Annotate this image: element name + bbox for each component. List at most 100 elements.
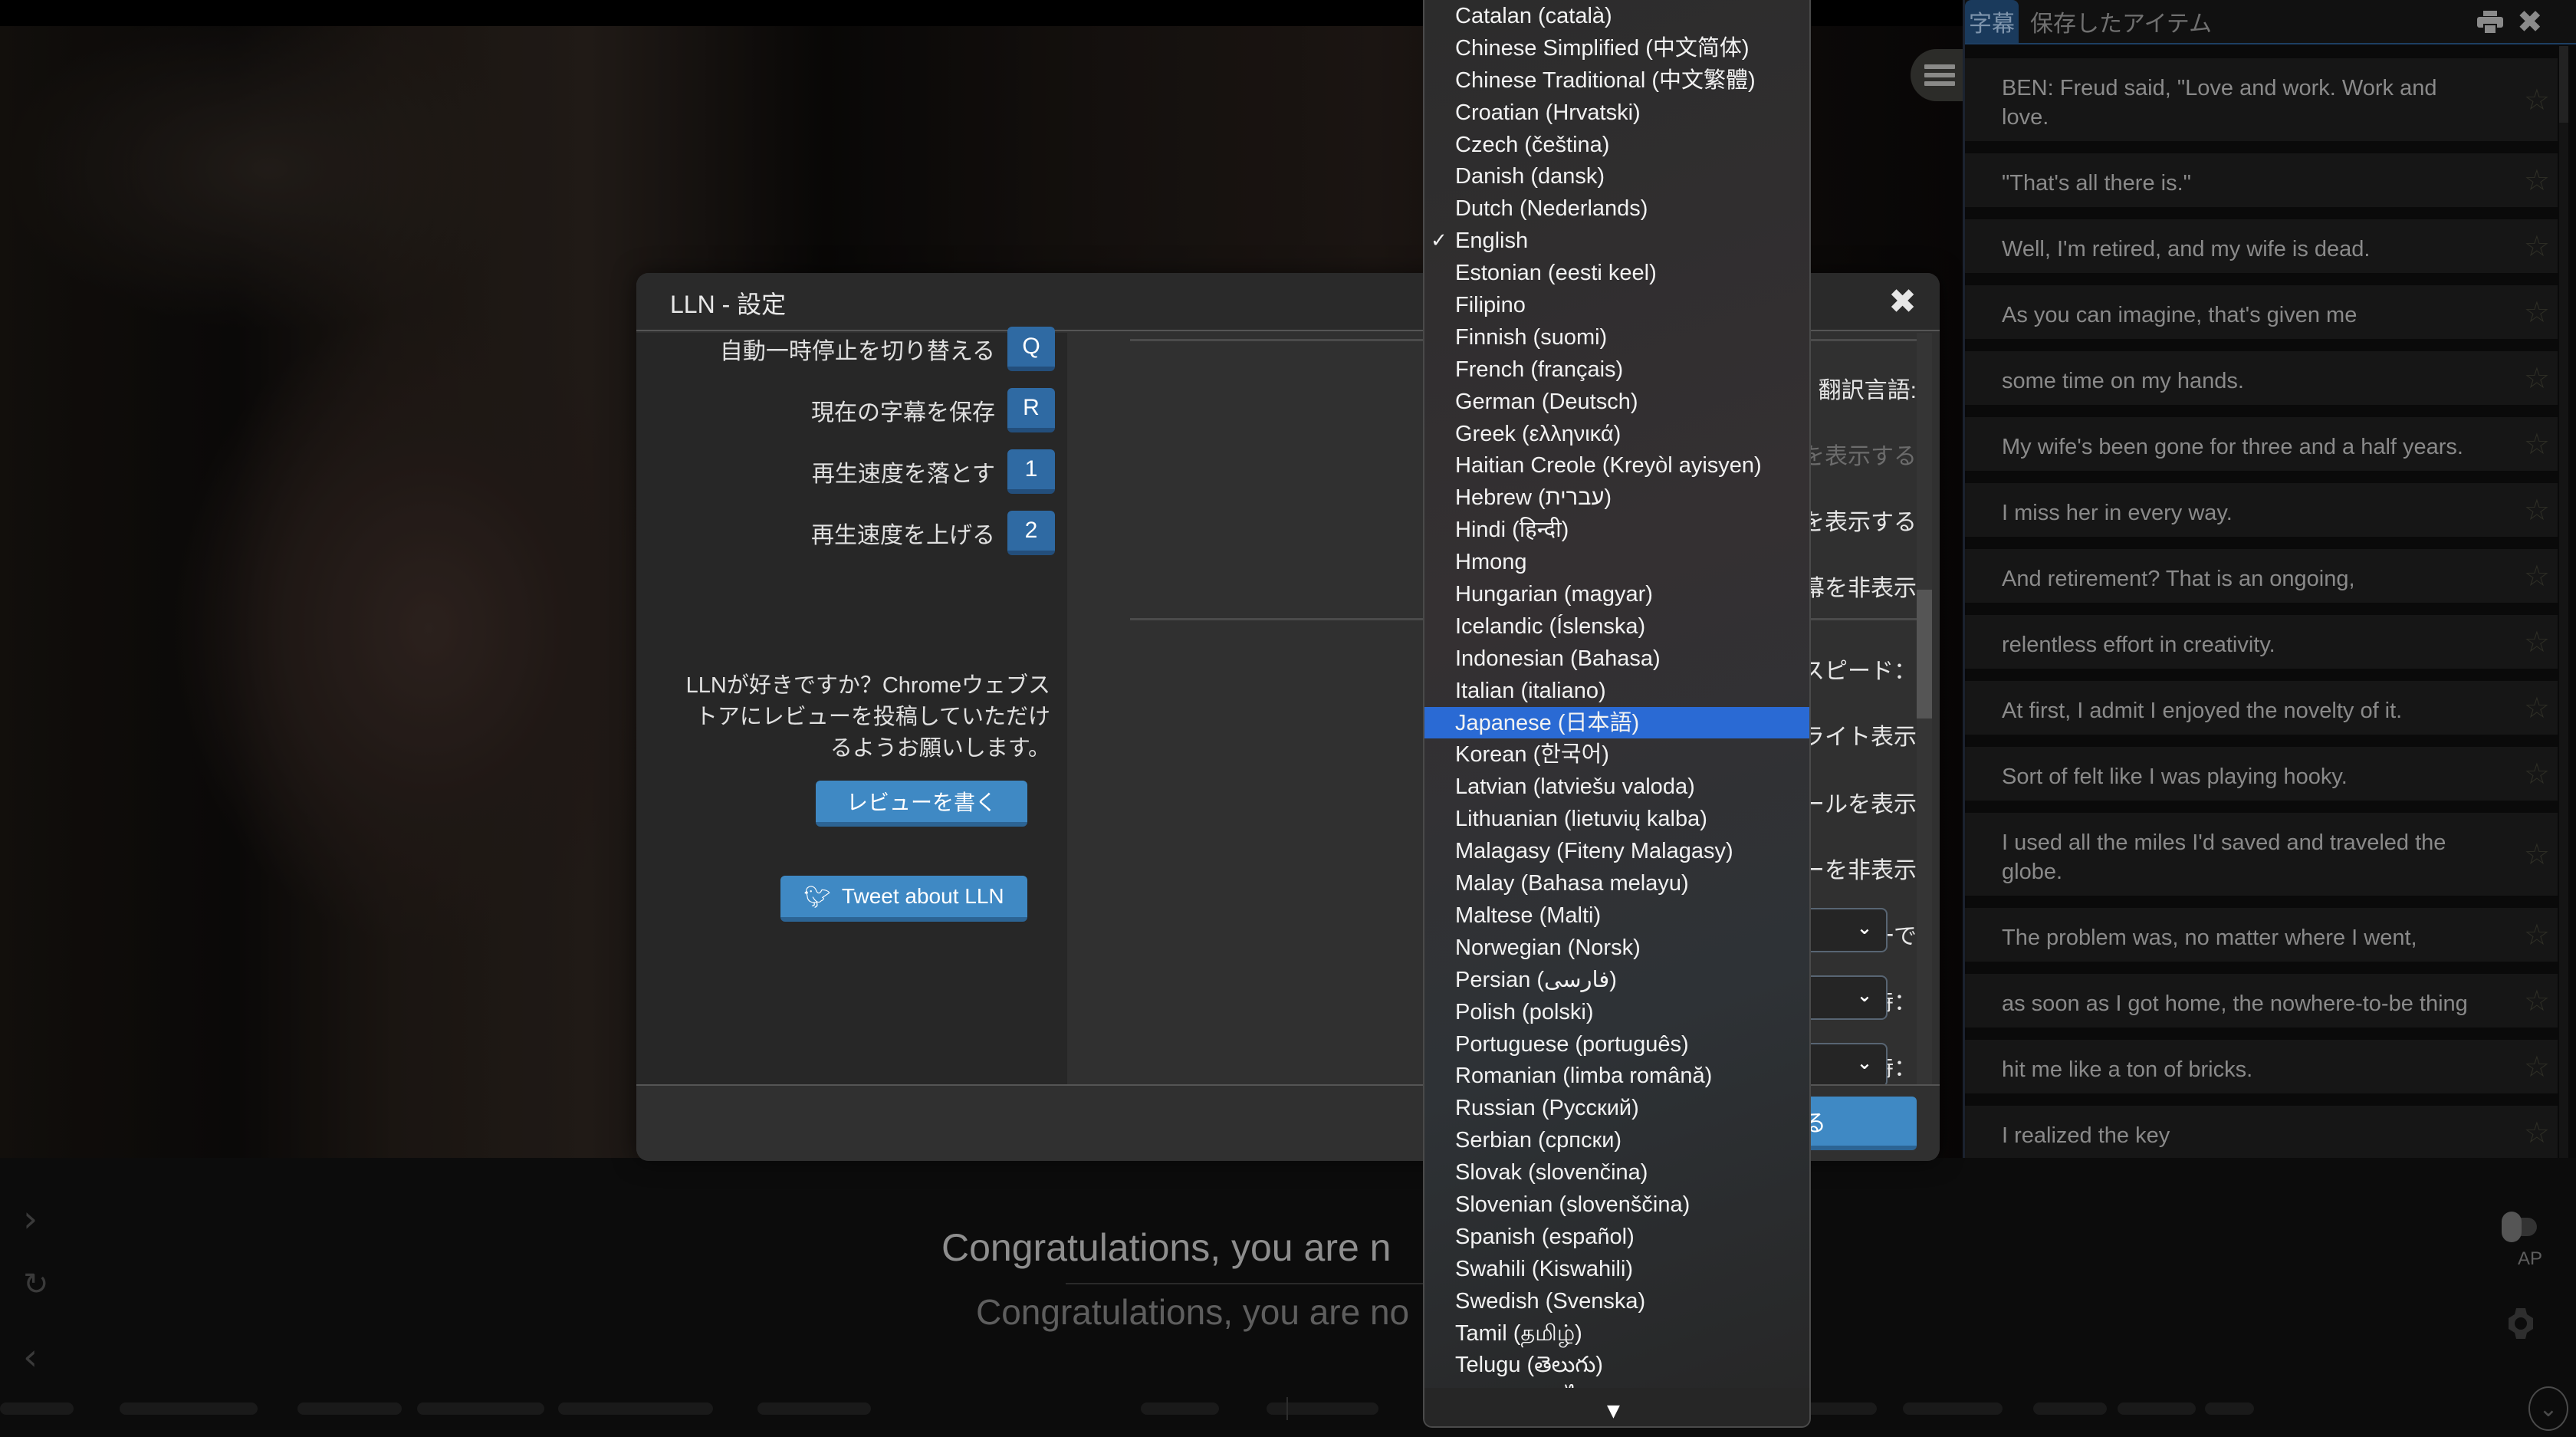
shortcut-key-button[interactable]: Q — [1007, 327, 1055, 371]
star-icon[interactable]: ☆ — [2524, 627, 2550, 656]
scrollbar-thumb[interactable] — [2559, 46, 2568, 123]
language-option[interactable]: Catalan (català) — [1424, 0, 1809, 32]
timeline-segment[interactable] — [1141, 1402, 1219, 1415]
timeline-segment[interactable] — [2205, 1402, 2254, 1415]
scrollbar-thumb[interactable] — [1917, 590, 1932, 718]
subtitle-list-scrollbar[interactable] — [2559, 46, 2568, 1158]
language-option[interactable]: Estonian (eesti keel) — [1424, 257, 1809, 289]
language-option[interactable]: Danish (dansk) — [1424, 160, 1809, 192]
language-option[interactable]: French (français) — [1424, 353, 1809, 386]
menu-button[interactable] — [1911, 49, 1964, 101]
subtitle-list-item[interactable]: "That's all there is." ☆ — [1965, 153, 2558, 207]
language-option[interactable]: Filipino — [1424, 289, 1809, 321]
subtitle-list-item[interactable]: hit me like a ton of bricks. ☆ — [1965, 1040, 2558, 1093]
star-icon[interactable]: ☆ — [2524, 561, 2550, 590]
star-icon[interactable]: ☆ — [2524, 986, 2550, 1015]
language-option[interactable]: Icelandic (Íslenska) — [1424, 610, 1809, 643]
translation-language-dropdown[interactable]: Catalan (català) Chinese Simplified (中文简体… — [1423, 0, 1811, 1428]
close-icon[interactable]: ✖ — [2517, 5, 2543, 40]
language-option[interactable]: Swahili (Kiswahili) — [1424, 1253, 1809, 1285]
subtitle-list-item[interactable]: BEN: Freud said, "Love and work. Work an… — [1965, 58, 2558, 141]
subtitle-list-item[interactable]: I realized the key ☆ — [1965, 1106, 2558, 1158]
timeline-segment[interactable] — [2118, 1402, 2196, 1415]
star-icon[interactable]: ☆ — [2524, 429, 2550, 459]
timeline-segment[interactable] — [558, 1402, 713, 1415]
star-icon[interactable]: ☆ — [2524, 1118, 2550, 1147]
star-icon[interactable]: ☆ — [2524, 1052, 2550, 1081]
shortcut-key-button[interactable]: R — [1007, 388, 1055, 432]
subtitle-list-item[interactable]: I used all the miles I'd saved and trave… — [1965, 813, 2558, 896]
language-option[interactable]: Romanian (limba română) — [1424, 1060, 1809, 1092]
subtitle-list-item[interactable]: And retirement? That is an ongoing, ☆ — [1965, 549, 2558, 603]
gear-icon[interactable] — [2505, 1302, 2536, 1345]
subtitle-list-item[interactable]: Sort of felt like I was playing hooky. ☆ — [1965, 747, 2558, 801]
shortcut-key-button[interactable]: 1 — [1007, 449, 1055, 494]
right-click-select[interactable]: ⌄ — [1811, 1043, 1888, 1087]
write-review-button[interactable]: レビューを書く — [816, 781, 1027, 827]
scroll-down-arrow-icon[interactable]: ▼ — [1607, 1402, 1620, 1421]
language-option[interactable]: Slovenian (slovenščina) — [1424, 1189, 1809, 1221]
subtitle-list-item[interactable]: Well, I'm retired, and my wife is dead. ☆ — [1965, 219, 2558, 273]
language-option[interactable]: Japanese (日本語) — [1424, 706, 1809, 739]
timeline-segment[interactable] — [120, 1402, 258, 1415]
language-option[interactable]: Greek (ελληνικά) — [1424, 418, 1809, 450]
timeline-segment[interactable] — [1803, 1402, 1877, 1415]
star-icon[interactable]: ☆ — [2524, 363, 2550, 393]
timeline-segment[interactable] — [0, 1402, 74, 1415]
language-option[interactable]: Tamil (தமிழ்) — [1424, 1317, 1809, 1350]
subtitle-list-item[interactable]: relentless effort in creativity. ☆ — [1965, 615, 2558, 669]
language-option[interactable]: Russian (Русский) — [1424, 1092, 1809, 1124]
repeat-subtitle-icon[interactable]: ↻ — [23, 1267, 49, 1302]
timeline-segment[interactable] — [2033, 1402, 2107, 1415]
language-option[interactable]: Malay (Bahasa melayu) — [1424, 867, 1809, 899]
left-click-select[interactable]: ⌄ — [1811, 975, 1888, 1020]
language-option[interactable]: Norwegian (Norsk) — [1424, 932, 1809, 964]
subtitle-list-item[interactable]: The problem was, no matter where I went,… — [1965, 908, 2558, 962]
print-icon[interactable] — [2477, 11, 2503, 34]
language-option[interactable]: Finnish (suomi) — [1424, 321, 1809, 353]
language-option[interactable]: Hindi (हिन्दी) — [1424, 514, 1809, 546]
language-option[interactable]: Hungarian (magyar) — [1424, 578, 1809, 610]
tab-saved-items[interactable]: 保存したアイテム — [2030, 0, 2212, 43]
language-option[interactable]: Slovak (slovenčina) — [1424, 1156, 1809, 1189]
subtitle-list-item[interactable]: some time on my hands. ☆ — [1965, 351, 2558, 405]
language-option[interactable]: Chinese Traditional (中文繁體) — [1424, 64, 1809, 97]
subtitle-timeline[interactable] — [0, 1402, 2576, 1415]
language-option[interactable]: Croatian (Hrvatski) — [1424, 97, 1809, 129]
language-option[interactable]: Hebrew (עברית) — [1424, 482, 1809, 514]
star-icon[interactable]: ☆ — [2524, 840, 2550, 869]
subtitle-list-item[interactable]: My wife's been gone for three and a half… — [1965, 417, 2558, 471]
timeline-segment[interactable] — [1267, 1402, 1378, 1415]
subtitle-list-item[interactable]: As you can imagine, that's given me ☆ — [1965, 285, 2558, 339]
auto-pause-toggle[interactable] — [2502, 1212, 2537, 1242]
language-option[interactable]: Latvian (latviešu valoda) — [1424, 771, 1809, 803]
language-option[interactable]: Korean (한국어) — [1424, 738, 1809, 771]
timeline-segment[interactable] — [757, 1402, 871, 1415]
subtitle-list-item[interactable]: as soon as I got home, the nowhere-to-be… — [1965, 974, 2558, 1028]
timeline-segment[interactable] — [297, 1402, 402, 1415]
language-option[interactable]: Maltese (Malti) — [1424, 899, 1809, 932]
language-option[interactable]: Spanish (español) — [1424, 1221, 1809, 1253]
star-icon[interactable]: ☆ — [2524, 920, 2550, 949]
star-icon[interactable]: ☆ — [2524, 759, 2550, 788]
star-icon[interactable]: ☆ — [2524, 298, 2550, 327]
language-option[interactable]: Chinese Simplified (中文简体) — [1424, 32, 1809, 64]
language-option[interactable]: ✓ English — [1424, 225, 1809, 257]
subtitle-list-item[interactable]: I miss her in every way. ☆ — [1965, 483, 2558, 537]
next-subtitle-icon[interactable]: › — [23, 1198, 38, 1241]
tab-subtitles[interactable]: 字幕 — [1965, 0, 2019, 43]
star-icon[interactable]: ☆ — [2524, 693, 2550, 722]
language-option[interactable]: Persian (فارسی) — [1424, 964, 1809, 996]
mouseover-select[interactable]: ⌄ — [1811, 908, 1888, 952]
star-icon[interactable]: ☆ — [2524, 495, 2550, 524]
language-option[interactable]: Haitian Creole (Kreyòl ayisyen) — [1424, 449, 1809, 482]
timeline-playhead[interactable] — [1286, 1397, 1288, 1420]
timeline-segment[interactable] — [1903, 1402, 2003, 1415]
language-option[interactable]: Czech (čeština) — [1424, 129, 1809, 161]
star-icon[interactable]: ☆ — [2524, 166, 2550, 195]
current-subtitle-translation[interactable]: Congratulations, you are no — [976, 1291, 1409, 1333]
language-option[interactable]: Polish (polski) — [1424, 996, 1809, 1028]
previous-subtitle-icon[interactable]: ‹ — [23, 1336, 38, 1379]
tweet-button[interactable]: 🐦︎ Tweet about LLN — [780, 876, 1027, 922]
language-option[interactable]: German (Deutsch) — [1424, 386, 1809, 418]
